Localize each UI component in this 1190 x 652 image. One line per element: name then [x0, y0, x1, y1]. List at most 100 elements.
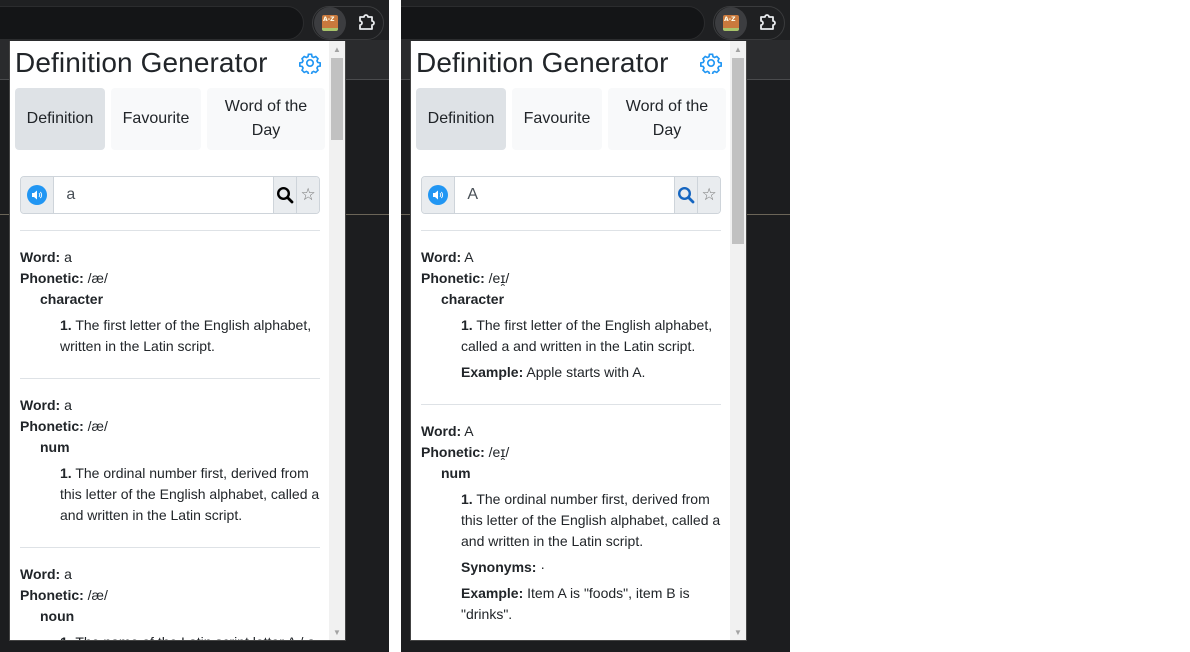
page-title: Definition Generator [15, 47, 268, 78]
search-group: ☆ [20, 176, 320, 214]
part-of-speech: noun [40, 608, 75, 624]
browser-toolbar: A-Z [0, 0, 389, 40]
definition-text: 1. The ordinal number first, derived fro… [421, 489, 726, 552]
phonetic-value: /æ/ [83, 270, 108, 286]
definition-number: 1. [60, 465, 72, 481]
scrollbar[interactable]: ▲ ▼ [730, 41, 746, 640]
tab-favourite[interactable]: Favourite [111, 88, 201, 150]
popup-content: Definition Generator Definition Favourite… [411, 41, 731, 640]
gear-icon[interactable] [299, 52, 321, 74]
search-input[interactable] [54, 177, 274, 213]
address-bar[interactable] [0, 6, 304, 40]
search-group: ☆ [421, 176, 721, 214]
tab-word-of-the-day[interactable]: Word of the Day [207, 88, 325, 150]
definition-number: 1. [60, 634, 72, 640]
phonetic-value: /æ/ [83, 418, 108, 434]
scrollbar[interactable]: ▲ ▼ [329, 41, 345, 640]
scrollbar-thumb[interactable] [732, 58, 744, 244]
phonetic-label: Phonetic: [20, 418, 84, 434]
word-label: Word: [20, 397, 61, 413]
definition-body: The ordinal number first, derived from t… [461, 491, 721, 549]
book-az-icon: A-Z [322, 15, 338, 31]
star-icon: ☆ [300, 185, 316, 204]
word-value: a [60, 397, 72, 413]
phonetic-value: /æ/ [83, 587, 108, 603]
phonetic-value: /eɪ̯/ [484, 270, 510, 286]
definition-list: Word: a Phonetic: /æ/character 1. The firs… [15, 231, 325, 640]
word-label: Word: [20, 249, 61, 265]
address-bar[interactable] [401, 6, 705, 40]
example-line: Example: Item A is "foods", item B is "d… [421, 583, 726, 625]
scroll-down-arrow[interactable]: ▼ [730, 624, 746, 640]
word-value: A [461, 249, 474, 265]
definition-body: The ordinal number first, derived from t… [60, 465, 320, 523]
tab-favourite[interactable]: Favourite [512, 88, 602, 150]
synonyms-label: Synonyms: [461, 559, 537, 575]
speaker-icon [27, 185, 48, 205]
scroll-down-arrow[interactable]: ▼ [329, 624, 345, 640]
definition-entry: Word: a Phonetic: /æ/num 1. The ordinal nu… [15, 379, 325, 526]
page-title: Definition Generator [416, 47, 669, 78]
tab-word-of-the-day[interactable]: Word of the Day [608, 88, 726, 150]
phonetic-line: Phonetic: /æ/ [20, 268, 325, 289]
definition-number: 1. [60, 317, 72, 333]
scroll-up-arrow[interactable]: ▲ [730, 41, 746, 57]
gear-icon[interactable] [700, 52, 722, 74]
word-line: Word: a [20, 564, 325, 585]
phonetic-value: /eɪ̯/ [484, 444, 510, 460]
extension-button[interactable]: A-Z [715, 7, 747, 39]
part-of-speech: character [40, 291, 104, 307]
tab-bar: Definition Favourite Word of the Day [15, 88, 325, 150]
word-label: Word: [421, 423, 462, 439]
search-button[interactable] [674, 177, 698, 213]
phonetic-label: Phonetic: [421, 444, 485, 460]
word-line: Word: A [421, 421, 726, 442]
favourite-button[interactable]: ☆ [296, 177, 319, 213]
definition-entry: Word: a Phonetic: /æ/character 1. The firs… [15, 231, 325, 357]
definition-body: The first letter of the English alphabet… [461, 317, 713, 354]
tab-bar: Definition Favourite Word of the Day [416, 88, 726, 150]
speak-button[interactable] [422, 177, 456, 213]
word-line: Word: A [421, 247, 726, 268]
word-value: a [60, 249, 72, 265]
definition-entry: Word: aPhonetic: /æ/noun1. The name of t… [15, 548, 325, 640]
tab-definition[interactable]: Definition [15, 88, 105, 150]
word-value: a [60, 566, 72, 582]
puzzle-icon[interactable] [356, 13, 376, 33]
speak-button[interactable] [21, 177, 55, 213]
puzzle-icon[interactable] [757, 13, 777, 33]
favourite-button[interactable]: ☆ [697, 177, 720, 213]
phonetic-line: Phonetic: /æ/ [20, 416, 325, 437]
definition-text: 1. The first letter of the English alpha… [20, 315, 325, 357]
tab-definition[interactable]: Definition [416, 88, 506, 150]
extension-button[interactable]: A-Z [314, 7, 346, 39]
star-icon: ☆ [701, 185, 717, 204]
definition-text: 1. The name of the Latin script letter A… [20, 632, 325, 640]
scrollbar-thumb[interactable] [331, 58, 343, 140]
definition-body: The name of the Latin script letter A / … [72, 634, 319, 640]
phonetic-line: Phonetic: /eɪ̯/ [421, 442, 726, 463]
definition-text: 1. The first letter of the English alpha… [421, 315, 726, 357]
part-of-speech: character [441, 291, 505, 307]
browser-toolbar: A-Z [401, 0, 790, 40]
word-label: Word: [421, 249, 462, 265]
popup-header: Definition Generator [416, 41, 726, 85]
phonetic-label: Phonetic: [20, 587, 84, 603]
search-icon [277, 186, 294, 204]
synonyms-value: · [536, 559, 546, 575]
browser-window: A-Z Definition Generator Definition Favou… [401, 0, 790, 652]
extension-popup: Definition Generator Definition Favourite… [9, 41, 346, 641]
scroll-up-arrow[interactable]: ▲ [329, 41, 345, 57]
search-input[interactable] [455, 177, 675, 213]
phonetic-label: Phonetic: [421, 270, 485, 286]
phonetic-label: Phonetic: [20, 270, 84, 286]
search-button[interactable] [273, 177, 297, 213]
phonetic-line: Phonetic: /eɪ̯/ [421, 268, 726, 289]
definition-number: 1. [461, 491, 473, 507]
extension-popup: Definition Generator Definition Favourite… [410, 41, 747, 641]
definition-list: Word: A Phonetic: /eɪ̯/character 1. The fi… [416, 231, 726, 625]
word-line: Word: a [20, 247, 325, 268]
search-icon [678, 186, 695, 204]
book-az-icon: A-Z [723, 15, 739, 31]
phonetic-line: Phonetic: /æ/ [20, 585, 325, 606]
